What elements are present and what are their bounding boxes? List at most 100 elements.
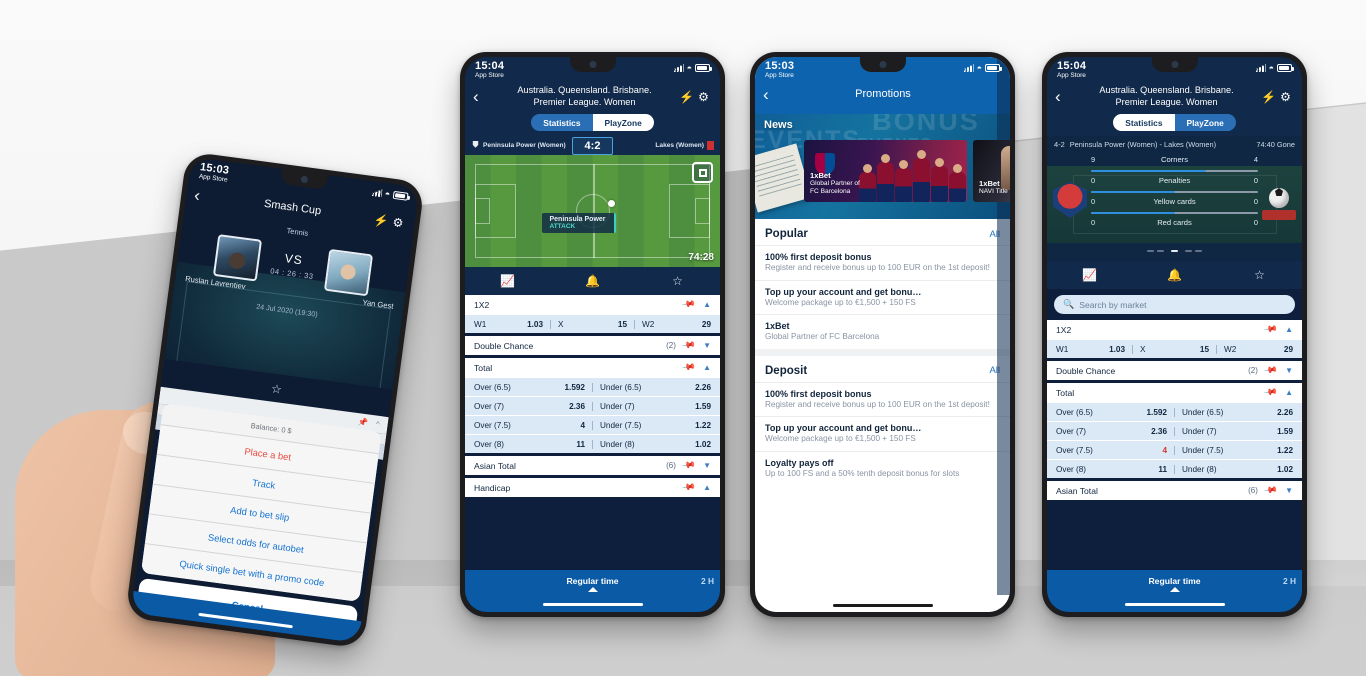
back-icon[interactable]: ‹ [193, 186, 213, 208]
tab-playzone[interactable]: PlayZone [592, 114, 654, 131]
market-row[interactable]: Over (6.5) 1.592 Under (6.5) 2.26 [1047, 402, 1302, 421]
odd-value[interactable]: 1.03 [1109, 345, 1125, 354]
chevron-down-icon[interactable]: ▼ [1285, 366, 1293, 375]
pin-icon[interactable]: 📌 [681, 458, 696, 473]
odd-value[interactable]: 4 [1162, 446, 1167, 455]
footer-bar[interactable]: Regular time 2 H [1047, 570, 1302, 612]
list-item[interactable]: 1xBet Global Partner of FC Barcelona [755, 153, 1010, 349]
odd-value[interactable]: 1.22 [695, 421, 711, 430]
gear-icon[interactable]: ⚙ [695, 90, 712, 104]
status-return-app[interactable]: App Store [198, 173, 228, 184]
chevron-down-icon[interactable]: ▼ [703, 461, 711, 470]
market-row[interactable]: Over (8) 11 Under (8) 1.02 [465, 434, 720, 453]
market-header-double-chance[interactable]: Double Chance (2) 📌 ▼ [465, 336, 720, 355]
bell-icon[interactable]: 🔔 [550, 274, 635, 288]
star-icon[interactable]: ☆ [635, 274, 720, 288]
pin-icon[interactable]: 📌 [358, 417, 369, 427]
odd-value[interactable]: 4 [580, 421, 585, 430]
search-input[interactable]: 🔍 Search by market [1054, 295, 1295, 314]
footer-right-label[interactable]: 2 H [1283, 576, 1296, 586]
list-item[interactable]: Top up your account and get bonu… Welcom… [755, 153, 1010, 315]
odd-value[interactable]: 2.26 [1277, 408, 1293, 417]
news-carousel[interactable]: BONUS EVENTS EVENTS News 1xBet Global Pa… [755, 114, 1010, 219]
odd-value[interactable]: 11 [576, 440, 585, 449]
lightning-icon[interactable]: ⚡ [678, 90, 695, 104]
odd-value[interactable]: 11 [1158, 465, 1167, 474]
odd-value[interactable]: 1.22 [1277, 446, 1293, 455]
odd-value[interactable]: 29 [1284, 345, 1293, 354]
market-row[interactable]: Over (7.5) 4 Under (7.5) 1.22 [1047, 440, 1302, 459]
dot[interactable] [1146, 249, 1154, 252]
carousel-dots[interactable] [1047, 239, 1302, 257]
chevron-up-icon[interactable]: ▲ [1285, 388, 1293, 397]
odd-value[interactable]: 1.592 [565, 383, 586, 392]
pin-icon[interactable]: 📌 [1263, 483, 1278, 498]
dot[interactable] [1185, 249, 1193, 252]
odd-value[interactable]: 1.592 [1147, 408, 1168, 417]
pin-icon[interactable]: 📌 [1263, 385, 1278, 400]
gear-icon[interactable]: ⚙ [1277, 90, 1294, 104]
odd-value[interactable]: 2.36 [1151, 427, 1167, 436]
status-return-app[interactable]: App Store [475, 72, 504, 80]
footer-bar[interactable]: Regular time 2 H [465, 570, 720, 612]
chevron-down-icon[interactable]: ▼ [1285, 486, 1293, 495]
list-item[interactable]: Top up your account and get bonu… Welcom… [755, 153, 1010, 451]
odd-value[interactable]: 1.03 [527, 320, 543, 329]
news-slide-1[interactable]: 1xBet Global Partner of FC Barcelona [804, 140, 967, 202]
market-header-1x2[interactable]: 1X2 📌 ▲ [1047, 320, 1302, 339]
market-row[interactable]: Over (7) 2.36 Under (7) 1.59 [465, 396, 720, 415]
chevron-up-icon[interactable]: ^ [375, 420, 380, 429]
chevron-up-icon[interactable]: ▲ [703, 483, 711, 492]
list-item[interactable]: 100% first deposit bonus Register and re… [755, 153, 1010, 280]
market-row[interactable]: Over (8) 11 Under (8) 1.02 [1047, 459, 1302, 478]
back-icon[interactable]: ‹ [1055, 87, 1073, 107]
dot[interactable] [1195, 249, 1203, 252]
market-header-double-chance[interactable]: Double Chance (2) 📌 ▼ [1047, 361, 1302, 380]
gear-icon[interactable]: ⚙ [389, 215, 408, 231]
back-icon[interactable]: ‹ [473, 87, 491, 107]
market-row[interactable]: Over (7) 2.36 Under (7) 1.59 [1047, 421, 1302, 440]
list-item[interactable]: Loyalty pays off Up to 100 FS and a 50% … [755, 153, 1010, 486]
market-header-handicap[interactable]: Handicap 📌 ▲ [465, 478, 720, 497]
pin-icon[interactable]: 📌 [681, 297, 696, 312]
pin-icon[interactable]: 📌 [1263, 363, 1278, 378]
status-return-app[interactable]: App Store [1057, 72, 1086, 80]
market-header-1x2[interactable]: 1X2 📌 ▲ [465, 295, 720, 314]
odd-value[interactable]: 1.59 [695, 402, 711, 411]
chart-line-icon[interactable]: 📈 [1047, 268, 1132, 282]
market-header-asian-total[interactable]: Asian Total (6) 📌 ▼ [465, 456, 720, 475]
news-slide-2[interactable]: 1xBet NAVI Title [973, 140, 1010, 202]
chevron-up-icon[interactable]: ▲ [703, 300, 711, 309]
chart-line-icon[interactable]: 📈 [465, 274, 550, 288]
bell-icon[interactable]: 🔔 [1132, 268, 1217, 282]
pin-icon[interactable]: 📌 [681, 480, 696, 495]
dot[interactable] [1156, 249, 1164, 252]
market-header-total[interactable]: Total 📌 ▲ [1047, 383, 1302, 402]
pin-icon[interactable]: 📌 [681, 338, 696, 353]
market-header-total[interactable]: Total 📌 ▲ [465, 358, 720, 377]
star-icon[interactable]: ☆ [1217, 268, 1302, 282]
chevron-down-icon[interactable]: ▼ [703, 341, 711, 350]
market-header-asian-total[interactable]: Asian Total (6) 📌 ▼ [1047, 481, 1302, 500]
odd-value[interactable]: 15 [618, 320, 627, 329]
odd-value[interactable]: 1.59 [1277, 427, 1293, 436]
lightning-icon[interactable]: ⚡ [372, 212, 391, 229]
lightning-icon[interactable]: ⚡ [1260, 90, 1277, 104]
odd-value[interactable]: 2.26 [695, 383, 711, 392]
tab-playzone[interactable]: PlayZone [1174, 114, 1236, 131]
fullscreen-icon[interactable] [692, 162, 713, 183]
footer-right-label[interactable]: 2 H [701, 576, 714, 586]
tab-statistics[interactable]: Statistics [1113, 114, 1175, 131]
dot-active[interactable] [1171, 249, 1178, 252]
odd-value[interactable]: 29 [702, 320, 711, 329]
list-item[interactable]: 100% first deposit bonus Register and re… [755, 153, 1010, 417]
chevron-up-icon[interactable]: ▲ [703, 363, 711, 372]
pin-icon[interactable]: 📌 [1263, 322, 1278, 337]
market-row[interactable]: Over (7.5) 4 Under (7.5) 1.22 [465, 415, 720, 434]
odd-value[interactable]: 2.36 [569, 402, 585, 411]
market-row[interactable]: W1 1.03 X 15 W2 29 [465, 314, 720, 333]
odd-value[interactable]: 1.02 [1277, 465, 1293, 474]
chevron-up-icon[interactable]: ▲ [1285, 325, 1293, 334]
back-icon[interactable]: ‹ [763, 85, 781, 105]
status-return-app[interactable]: App Store [765, 72, 794, 80]
